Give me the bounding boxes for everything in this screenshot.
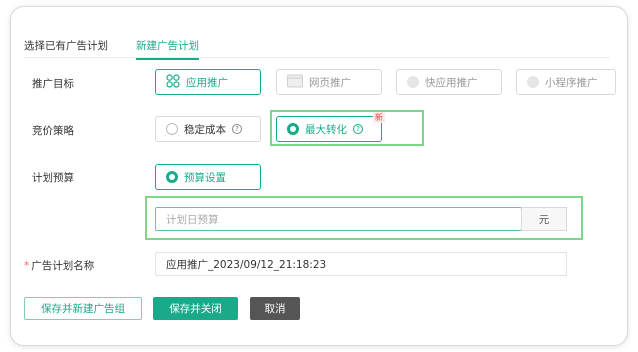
promo-option-label: 应用推广 bbox=[186, 76, 228, 89]
save-and-close-button[interactable]: 保存并关闭 bbox=[153, 297, 238, 320]
budget-option-setting[interactable]: 预算设置 bbox=[155, 164, 261, 190]
required-mark: * bbox=[24, 260, 30, 272]
new-badge: 新 bbox=[373, 112, 385, 123]
bid-strategy-label: 竞价策略 bbox=[32, 125, 74, 137]
plan-name-input[interactable]: 应用推广_2023/09/12_21:18:23 bbox=[155, 252, 567, 276]
cancel-button[interactable]: 取消 bbox=[250, 297, 300, 320]
help-icon[interactable]: ? bbox=[232, 124, 242, 134]
radio-checked-icon bbox=[287, 123, 299, 135]
tab-divider bbox=[24, 57, 610, 58]
save-and-new-group-button[interactable]: 保存并新建广告组 bbox=[24, 297, 142, 320]
grid-icon bbox=[166, 73, 180, 91]
bid-option-label: 稳定成本 bbox=[184, 123, 226, 136]
promo-option-mini-program[interactable]: 小程序推广 bbox=[516, 69, 616, 95]
promo-option-app[interactable]: 应用推广 bbox=[155, 69, 261, 95]
promo-option-webpage[interactable]: 网页推广 bbox=[276, 69, 382, 95]
circle-icon bbox=[527, 76, 539, 88]
radio-icon bbox=[166, 123, 178, 135]
promo-option-label: 小程序推广 bbox=[545, 76, 598, 89]
budget-label: 计划预算 bbox=[32, 172, 74, 184]
plan-name-label: * 广告计划名称 bbox=[24, 258, 94, 273]
radio-checked-icon bbox=[166, 171, 178, 183]
help-icon[interactable]: ? bbox=[353, 124, 363, 134]
promo-target-label: 推广目标 bbox=[32, 78, 74, 90]
plan-name-value: 应用推广_2023/09/12_21:18:23 bbox=[166, 258, 327, 271]
daily-budget-input[interactable]: 计划日预算 bbox=[155, 207, 522, 231]
promo-option-label: 快应用推广 bbox=[425, 76, 478, 89]
bid-option-label: 最大转化 bbox=[305, 123, 347, 136]
promo-option-label: 网页推广 bbox=[309, 76, 351, 89]
daily-budget-placeholder: 计划日预算 bbox=[166, 213, 219, 226]
bid-option-stable-cost[interactable]: 稳定成本 ? bbox=[155, 116, 261, 142]
circle-icon bbox=[407, 76, 419, 88]
plan-name-label-text: 广告计划名称 bbox=[31, 260, 95, 272]
promo-option-quick-app[interactable]: 快应用推广 bbox=[396, 69, 502, 95]
bid-option-max-conversion[interactable]: 最大转化 ? bbox=[276, 116, 382, 142]
webpage-icon bbox=[287, 74, 303, 91]
budget-option-label: 预算设置 bbox=[184, 171, 226, 184]
budget-unit: 元 bbox=[521, 207, 567, 231]
